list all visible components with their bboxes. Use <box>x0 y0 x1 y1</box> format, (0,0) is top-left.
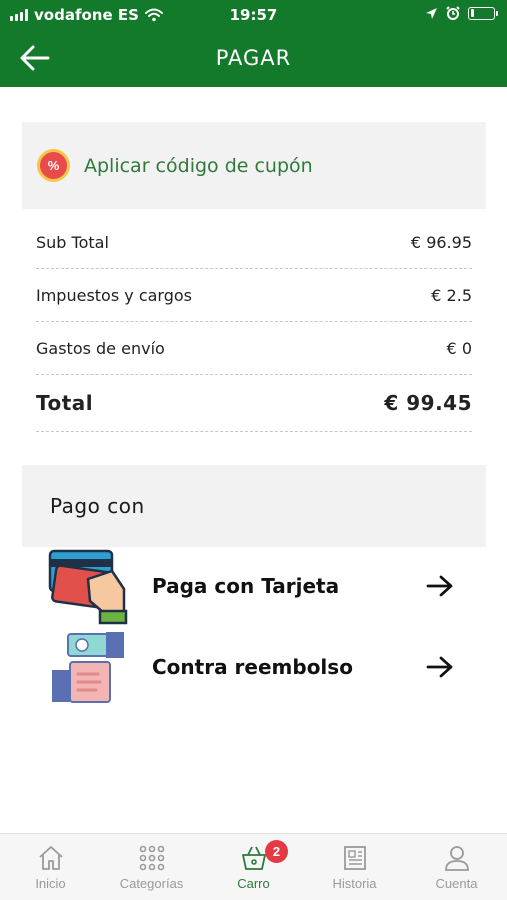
summary-label: Gastos de envío <box>36 338 165 358</box>
summary-row-taxes: Impuestos y cargos € 2.5 <box>36 269 472 322</box>
credit-card-hand-icon <box>48 549 128 625</box>
tab-cuenta[interactable]: Cuenta <box>406 834 507 900</box>
tab-label: Cuenta <box>435 876 478 891</box>
home-icon <box>39 846 63 870</box>
arrow-right-icon <box>426 656 453 678</box>
tab-carro[interactable]: 2 Carro <box>203 834 304 900</box>
discount-percent-icon: % <box>37 149 70 182</box>
tab-label: Carro <box>237 876 270 891</box>
bottom-tab-bar: Inicio Categorías 2 Carro Historia Cuent… <box>0 833 507 900</box>
pay-option-label: Paga con Tarjeta <box>152 574 340 598</box>
summary-label: Sub Total <box>36 232 109 252</box>
summary-row-shipping: Gastos de envío € 0 <box>36 322 472 375</box>
apply-coupon-button[interactable]: % Aplicar código de cupón <box>22 122 486 209</box>
tab-label: Historia <box>332 876 377 891</box>
app-header: PAGAR <box>0 30 507 87</box>
total-value: € 99.45 <box>384 391 472 415</box>
total-label: Total <box>36 391 94 415</box>
summary-value: € 2.5 <box>431 285 472 305</box>
location-icon <box>426 7 437 19</box>
cart-count-badge: 2 <box>265 840 288 863</box>
basket-icon <box>242 846 266 870</box>
newspaper-icon <box>344 846 366 870</box>
summary-row-total: Total € 99.45 <box>36 375 472 432</box>
cash-hand-icon <box>52 632 124 703</box>
arrow-right-icon <box>426 575 453 597</box>
status-bar: vodafone ES 19:57 <box>0 0 507 30</box>
summary-row-subtotal: Sub Total € 96.95 <box>36 216 472 269</box>
grid-dots-icon <box>139 845 165 871</box>
payment-section-header: Pago con <box>22 465 486 547</box>
payment-section-title: Pago con <box>50 494 145 518</box>
tab-historia[interactable]: Historia <box>304 834 405 900</box>
pay-option-label: Contra reembolso <box>152 655 353 679</box>
tab-label: Inicio <box>35 876 66 891</box>
summary-value: € 0 <box>446 338 472 358</box>
page-title: PAGAR <box>215 46 292 70</box>
tab-categorias[interactable]: Categorías <box>101 834 202 900</box>
order-summary: Sub Total € 96.95 Impuestos y cargos € 2… <box>36 216 472 432</box>
cash-on-delivery-option[interactable]: Contra reembolso <box>22 628 486 708</box>
status-right <box>425 6 498 20</box>
alarm-icon <box>446 6 460 20</box>
coupon-label: Aplicar código de cupón <box>84 154 313 177</box>
tab-label: Categorías <box>119 876 184 891</box>
summary-value: € 96.95 <box>410 232 472 252</box>
user-icon <box>445 846 469 871</box>
pay-with-card-option[interactable]: Paga con Tarjeta <box>22 547 486 627</box>
tab-inicio[interactable]: Inicio <box>0 834 101 900</box>
summary-label: Impuestos y cargos <box>36 285 192 305</box>
battery-icon <box>468 6 498 20</box>
